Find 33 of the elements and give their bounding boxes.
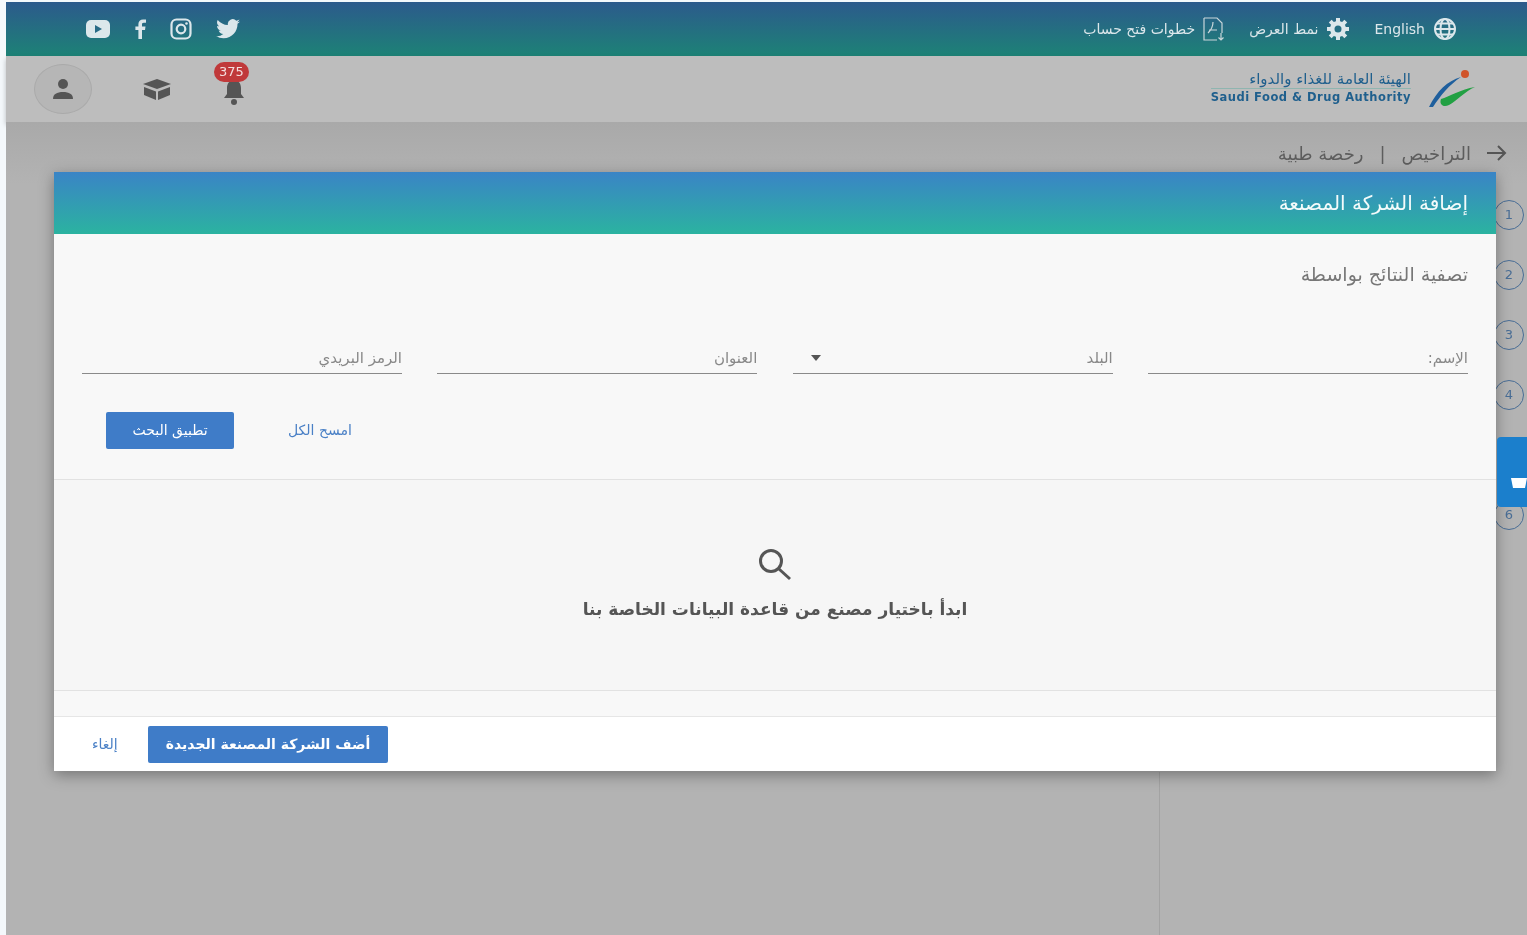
breadcrumb-item: رخصة طبية	[1277, 141, 1364, 166]
breadcrumb-item[interactable]: التراخيص	[1401, 139, 1471, 167]
youtube-icon[interactable]	[86, 20, 110, 38]
pdf-download-icon	[1203, 17, 1226, 41]
input-field[interactable]: الرمز البريدي	[82, 342, 402, 374]
notification-badge: 375	[214, 62, 249, 82]
search-icon	[757, 547, 793, 582]
facebook-icon[interactable]	[134, 19, 146, 39]
filter-heading: تصفية النتائج بواسطة	[1299, 262, 1469, 288]
instagram-icon[interactable]	[170, 18, 192, 40]
breadcrumb-separator: |	[1379, 141, 1386, 166]
globe-icon	[1433, 17, 1457, 41]
person-icon	[52, 78, 74, 100]
country-dropdown[interactable]: البلد	[792, 342, 1113, 374]
caret-icon	[810, 354, 821, 361]
logo-subtitle: Saudi Food & Drug Authority	[1210, 88, 1411, 107]
language-link[interactable]: English	[1374, 18, 1425, 40]
twitter-icon[interactable]	[216, 19, 240, 39]
side-tab[interactable]	[1497, 437, 1527, 507]
display-mode-link[interactable]: نمط العرض	[1249, 18, 1319, 40]
clear-all-link[interactable]: امسح الكل	[282, 419, 358, 442]
modal-title: إضافة الشركة المصنعة	[1278, 190, 1468, 217]
input-field[interactable]: العنوان	[437, 342, 758, 374]
add-new-manufacturer-button[interactable]: أضف الشركة المصنعة الجديدة	[147, 725, 389, 763]
input-field[interactable]: الإسم:	[1148, 342, 1468, 374]
empty-state-message: ابدأ باختيار مصنع من قاعدة البيانات الخاصة بنا	[582, 597, 968, 622]
cancel-link[interactable]: إلغاء	[86, 732, 124, 756]
logo-title: الهيئة العامة للغذاء والدواء	[1248, 71, 1411, 89]
back-arrow-icon[interactable]	[1487, 145, 1507, 161]
account-steps-link[interactable]: خطوات فتح حساب	[1083, 18, 1196, 40]
settings-icon	[1326, 17, 1351, 41]
basket-icon	[1511, 475, 1527, 489]
apply-search-button[interactable]: تطبيق البحث	[106, 412, 234, 449]
